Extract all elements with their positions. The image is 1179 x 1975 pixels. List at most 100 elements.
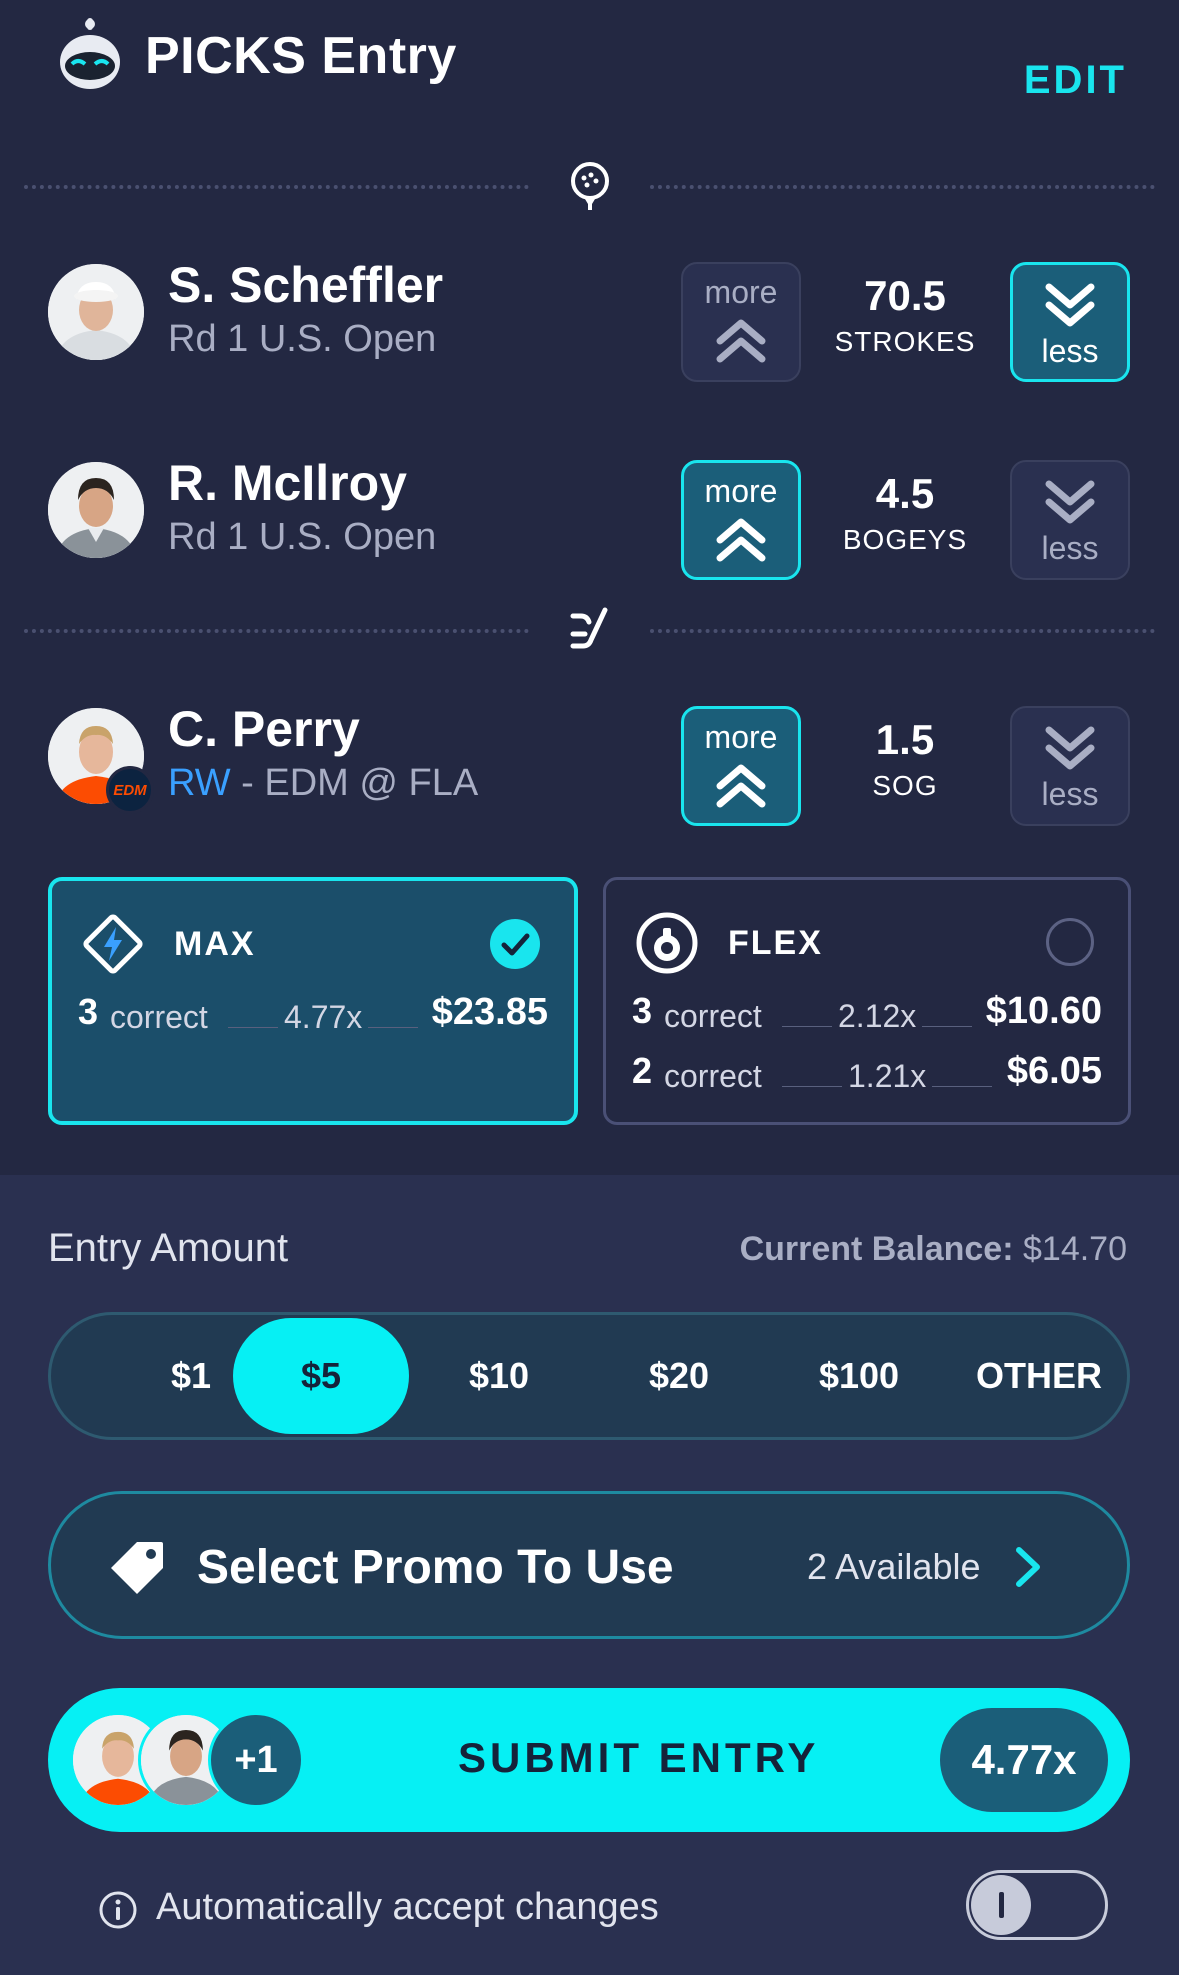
- more-label: more: [704, 473, 778, 509]
- payout-row: 3 correct 2.12x $10.60: [632, 990, 1102, 1040]
- robot-logo-icon: [58, 18, 122, 90]
- select-promo-button[interactable]: Select Promo To Use 2 Available: [48, 1491, 1130, 1639]
- player-event: Rd 1 U.S. Open: [168, 318, 437, 360]
- submit-multiplier: 4.77x: [940, 1708, 1108, 1812]
- less-label: less: [1041, 776, 1099, 812]
- payout-card-flex[interactable]: FLEX 3 correct 2.12x $10.60 2 correct 1.…: [603, 877, 1131, 1125]
- divider-line: [24, 185, 529, 189]
- less-button[interactable]: less: [1010, 460, 1130, 580]
- stat-type: STROKES: [834, 326, 976, 357]
- payout-amount: $23.85: [431, 991, 548, 1033]
- toggle-knob: [971, 1875, 1031, 1935]
- double-chevron-down-icon: [1045, 726, 1095, 770]
- double-chevron-up-icon: [716, 518, 766, 562]
- payout-amount: $6.05: [1006, 1050, 1102, 1092]
- more-button[interactable]: more: [681, 460, 801, 580]
- pick-row-mcilroy: R. McIlroy Rd 1 U.S. Open more 4.5 BOGEY…: [0, 440, 1179, 580]
- payout-row: 3 correct 4.77x $23.85: [78, 991, 548, 1041]
- amount-option-100[interactable]: $100: [771, 1318, 947, 1434]
- less-button[interactable]: less: [1010, 262, 1130, 382]
- less-label: less: [1041, 333, 1099, 369]
- info-icon[interactable]: [98, 1890, 138, 1930]
- correct-count: 3: [632, 990, 653, 1031]
- dash-line: [782, 1086, 842, 1087]
- auto-accept-toggle[interactable]: [966, 1870, 1108, 1940]
- pick-row-perry: EDM C. Perry RW - EDM @ FLA more 1.5 SOG…: [0, 686, 1179, 826]
- payout-multiplier: 4.77x: [284, 999, 363, 1035]
- more-label: more: [704, 719, 778, 755]
- dash-line: [228, 1027, 278, 1028]
- correct-count: 2: [632, 1050, 653, 1091]
- payout-multiplier: 2.12x: [838, 998, 917, 1034]
- payout-row: 2 correct 1.21x $6.05: [632, 1050, 1102, 1100]
- player-name: C. Perry: [168, 701, 360, 757]
- payout-card-max[interactable]: MAX 3 correct 4.77x $23.85: [48, 877, 578, 1125]
- submit-label: SUBMIT ENTRY: [458, 1734, 820, 1781]
- matchup-text: - EDM @ FLA: [230, 762, 479, 804]
- less-label: less: [1041, 530, 1099, 566]
- dash-line: [782, 1026, 832, 1027]
- payout-type-name: MAX: [174, 925, 256, 963]
- tag-icon: [107, 1538, 167, 1598]
- player-matchup: RW - EDM @ FLA: [168, 762, 478, 805]
- payout-multiplier: 1.21x: [848, 1058, 927, 1094]
- player-name: S. Scheffler: [168, 257, 444, 313]
- flex-medal-icon: [634, 910, 700, 976]
- auto-accept-label: Automatically accept changes: [156, 1886, 659, 1928]
- amount-option-other[interactable]: OTHER: [951, 1318, 1127, 1434]
- correct-count: 3: [78, 991, 99, 1032]
- player-avatar: [48, 264, 144, 360]
- header: PICKS Entry EDIT: [0, 0, 1179, 130]
- promo-label: Select Promo To Use: [197, 1541, 674, 1594]
- divider-line: [650, 629, 1155, 633]
- correct-label: correct: [664, 1058, 762, 1094]
- radio-button[interactable]: [1046, 918, 1094, 966]
- more-label: more: [704, 274, 778, 310]
- team-badge: EDM: [106, 766, 154, 814]
- edit-button[interactable]: EDIT: [1024, 58, 1127, 103]
- submit-entry-button[interactable]: +1 SUBMIT ENTRY 4.77x: [48, 1688, 1130, 1832]
- dash-line: [932, 1086, 992, 1087]
- dash-line: [368, 1027, 418, 1028]
- dash-line: [922, 1026, 972, 1027]
- promo-available: 2 Available: [807, 1546, 981, 1587]
- double-chevron-down-icon: [1045, 283, 1095, 327]
- double-chevron-down-icon: [1045, 480, 1095, 524]
- double-chevron-up-icon: [716, 764, 766, 808]
- stat-type: SOG: [872, 770, 938, 801]
- more-button[interactable]: more: [681, 262, 801, 382]
- line-value: 70.5: [864, 272, 946, 319]
- player-event: Rd 1 U.S. Open: [168, 516, 437, 558]
- sport-divider-golf: [24, 156, 1155, 216]
- double-chevron-up-icon: [716, 319, 766, 363]
- player-name: R. McIlroy: [168, 455, 407, 511]
- hockey-stick-icon: [565, 604, 615, 656]
- projection-line: 4.5 BOGEYS: [805, 470, 1005, 556]
- check-icon: [490, 919, 540, 969]
- payout-amount: $10.60: [985, 990, 1102, 1032]
- amount-option-10[interactable]: $10: [411, 1318, 587, 1434]
- divider-line: [650, 185, 1155, 189]
- player-position: RW: [168, 762, 231, 804]
- chevron-right-icon: [1011, 1544, 1045, 1590]
- entry-amount-label: Entry Amount: [48, 1226, 289, 1270]
- amount-option-5[interactable]: $5: [233, 1318, 409, 1434]
- stat-type: BOGEYS: [842, 524, 968, 555]
- payout-type-name: FLEX: [728, 924, 823, 962]
- correct-label: correct: [664, 998, 762, 1034]
- balance-value: $14.70: [1023, 1230, 1127, 1268]
- projection-line: 1.5 SOG: [805, 716, 1005, 802]
- more-button[interactable]: more: [681, 706, 801, 826]
- page-title: PICKS Entry: [145, 27, 457, 85]
- golf-ball-icon: [565, 160, 615, 212]
- correct-label: correct: [110, 999, 208, 1035]
- player-avatar: [48, 462, 144, 558]
- line-value: 4.5: [875, 470, 935, 517]
- entry-amount-selector: $1 $5 $10 $20 $100 OTHER: [48, 1312, 1130, 1440]
- projection-line: 70.5 STROKES: [805, 272, 1005, 358]
- less-button[interactable]: less: [1010, 706, 1130, 826]
- sport-divider-hockey: [24, 600, 1155, 660]
- amount-option-20[interactable]: $20: [591, 1318, 767, 1434]
- extra-picks-count: +1: [208, 1712, 304, 1808]
- lightning-diamond-icon: [80, 911, 146, 977]
